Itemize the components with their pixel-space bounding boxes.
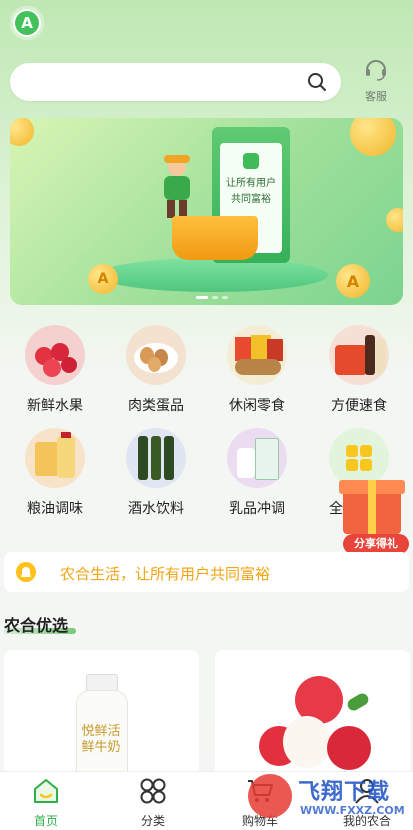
customer-service-button[interactable]: 客服 (356, 56, 396, 104)
category-label: 新鲜水果 (27, 398, 83, 414)
fruit-image (25, 325, 85, 385)
drinks-image (126, 428, 186, 488)
watermark-title: 飞翔下载 (298, 780, 391, 805)
coin-decoration (10, 118, 34, 146)
nav-category[interactable]: 分类 (113, 776, 193, 829)
carousel-indicator (196, 296, 228, 299)
carousel-dot-active[interactable] (196, 296, 208, 299)
category-grid-icon (140, 778, 166, 804)
grain-oil-image (25, 428, 85, 488)
banner-slogan-line1: 让所有用户 (226, 178, 276, 189)
coin-logo-decoration: A (88, 264, 118, 294)
shopper-illustration (162, 155, 192, 218)
shopping-cart-illustration (172, 216, 258, 260)
search-bar[interactable] (10, 63, 341, 103)
snacks-image (227, 325, 287, 385)
category-grain-oil[interactable]: 粮油调味 (15, 428, 95, 518)
category-label: 休闲零食 (229, 398, 285, 414)
category-instant-food[interactable]: 方便速食 (319, 325, 399, 415)
nav-label: 分类 (140, 814, 165, 828)
announcement-text: 农合生活，让所有用户共同富裕 (60, 565, 271, 583)
share-gift-button[interactable]: 分享得礼 (343, 534, 409, 554)
carousel-dot[interactable] (212, 296, 218, 299)
brand-logo[interactable]: A (10, 6, 44, 40)
nav-label: 首页 (33, 814, 58, 828)
banner-stage (98, 258, 328, 292)
dairy-image (227, 428, 287, 488)
search-input[interactable] (26, 63, 300, 103)
category-snacks[interactable]: 休闲零食 (217, 325, 297, 415)
eggs-image (126, 325, 186, 385)
category-label: 乳品冲调 (229, 501, 285, 517)
milk-label-line2: 鲜牛奶 (81, 740, 121, 755)
watermark-url: WWW.FXXZ.COM (300, 804, 405, 817)
brand-logo-icon: A (15, 11, 39, 35)
app-logo-icon (243, 153, 259, 169)
carousel-dot[interactable] (222, 296, 228, 299)
section-title: 农合优选 (4, 616, 69, 635)
site-watermark: 飞翔下载 WWW.FXXZ.COM (248, 768, 408, 828)
banner-slogan-line2: 共同富裕 (231, 194, 271, 205)
headset-icon (366, 60, 386, 81)
category-drinks[interactable]: 酒水饮料 (116, 428, 196, 518)
coin-decoration (350, 118, 396, 156)
coin-decoration (386, 208, 403, 232)
category-label: 粮油调味 (27, 501, 83, 517)
home-icon (34, 779, 58, 803)
category-label: 方便速食 (331, 398, 387, 414)
bell-icon (16, 562, 36, 582)
category-label: 酒水饮料 (128, 501, 184, 517)
category-dairy[interactable]: 乳品冲调 (217, 428, 297, 518)
product-card[interactable]: 悦鲜活 鲜牛奶 (4, 650, 199, 790)
category-meat-eggs[interactable]: 肉类蛋品 (116, 325, 196, 415)
promo-banner[interactable]: 让所有用户 共同富裕 A A (10, 118, 403, 305)
category-label: 肉类蛋品 (128, 398, 184, 414)
category-fruit[interactable]: 新鲜水果 (15, 325, 95, 415)
instant-food-image (329, 325, 389, 385)
customer-service-label: 客服 (365, 90, 387, 103)
coin-logo-decoration: A (336, 264, 370, 298)
search-icon[interactable] (307, 72, 327, 92)
milk-label-line1: 悦鲜活 (81, 724, 121, 739)
nav-home[interactable]: 首页 (6, 776, 86, 829)
announcement-bar[interactable]: 农合生活，让所有用户共同富裕 (4, 552, 409, 592)
